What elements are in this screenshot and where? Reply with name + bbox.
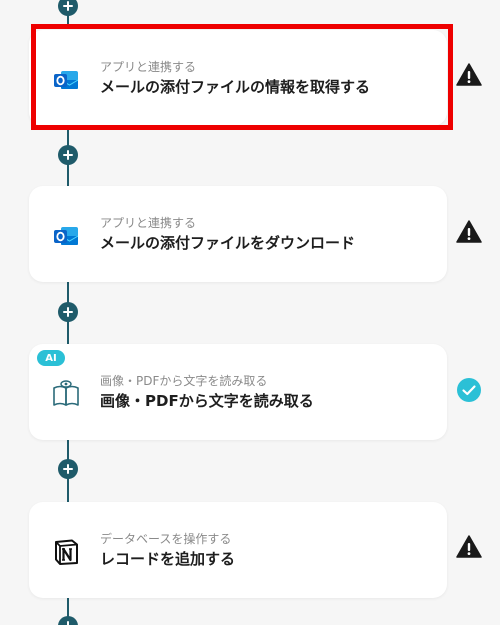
warning-icon[interactable] [456,534,482,560]
plus-icon [63,1,73,11]
warning-icon[interactable] [456,62,482,88]
plus-icon [63,307,73,317]
step-subtitle: アプリと連携する [100,60,197,74]
outlook-icon [54,71,79,89]
add-step-button[interactable] [58,459,78,479]
step-title: メールの添付ファイルの情報を取得する [100,78,371,96]
step-subtitle: アプリと連携する [100,216,197,230]
warning-icon[interactable] [456,219,482,245]
plus-icon [63,150,73,160]
flow-step-card[interactable]: データベースを操作する レコードを追加する [29,502,447,598]
flow-step-card[interactable]: 画像・PDFから文字を読み取る 画像・PDFから文字を読み取る [29,344,447,440]
check-icon[interactable] [456,377,482,403]
plus-icon [64,621,72,625]
notion-icon [55,539,78,565]
flow-step-card[interactable]: アプリと連携する メールの添付ファイルの情報を取得する [29,30,447,126]
add-step-button[interactable] [58,0,78,16]
flow-step-card[interactable]: アプリと連携する メールの添付ファイルをダウンロード [29,186,447,282]
step-title: レコードを追加する [100,550,236,568]
ai-badge: AI [37,350,65,366]
plus-icon [63,464,73,474]
outlook-icon [54,227,79,245]
step-subtitle: データベースを操作する [100,532,232,546]
add-step-button[interactable] [58,302,78,322]
flow-canvas: アプリと連携する メールの添付ファイルの情報を取得する アプリと連携する メール… [0,0,500,625]
step-title: 画像・PDFから文字を読み取る [100,392,314,410]
add-step-button[interactable] [58,616,78,625]
step-subtitle: 画像・PDFから文字を読み取る [100,374,268,388]
add-step-button[interactable] [58,145,78,165]
step-title: メールの添付ファイルをダウンロード [100,234,356,252]
ocr-book-icon [53,380,79,406]
